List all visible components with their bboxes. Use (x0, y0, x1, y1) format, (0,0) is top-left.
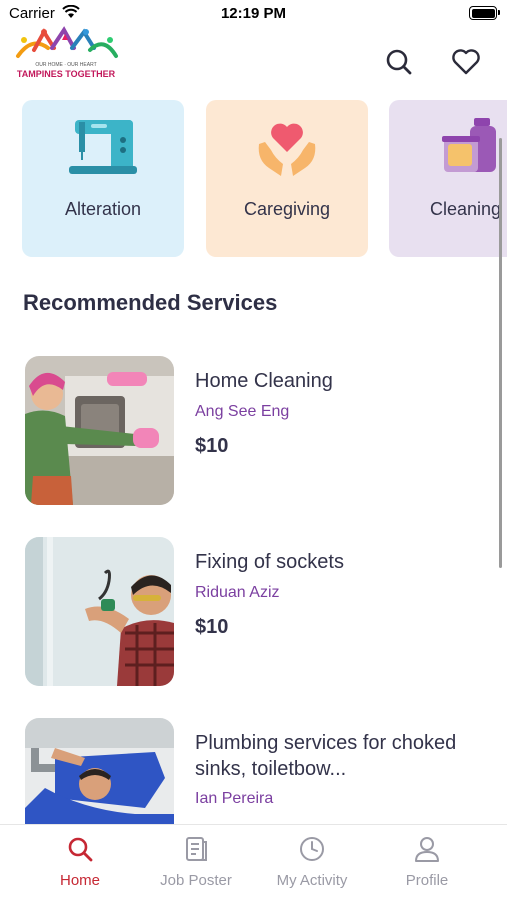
service-item-fixing-sockets[interactable]: Fixing of sockets Riduan Aziz $10 (25, 537, 495, 687)
nav-label: Home (59, 872, 100, 889)
search-button[interactable] (383, 46, 415, 78)
service-title: Plumbing services for choked sinks, toil… (195, 732, 457, 780)
favorites-button[interactable] (450, 46, 482, 78)
service-item-home-cleaning[interactable]: Home Cleaning Ang See Eng $10 (25, 356, 495, 506)
service-provider[interactable]: Ian Pereira (195, 790, 273, 808)
scrollbar[interactable] (499, 138, 502, 568)
service-provider[interactable]: Ang See Eng (195, 403, 289, 421)
clock-icon (300, 837, 324, 861)
service-title: Fixing of sockets (195, 551, 344, 573)
nav-label: Job Poster (160, 872, 232, 889)
category-carousel[interactable]: Alteration Caregiving Cleaning (22, 100, 507, 258)
sewing-machine-icon (69, 120, 137, 174)
service-price: $10 (195, 435, 229, 457)
service-price: $10 (195, 616, 229, 638)
heart-icon (452, 49, 480, 75)
service-image[interactable] (25, 356, 174, 505)
status-time: 12:19 PM (220, 5, 287, 22)
logo-figures-icon: OUR HOME · OUR HEART (16, 26, 118, 68)
category-alteration[interactable]: Alteration (22, 100, 184, 257)
logo-tagline: OUR HOME · OUR HEART (35, 62, 96, 68)
nav-label: Profile (405, 872, 449, 889)
battery-icon (469, 6, 500, 20)
cleaning-supplies-icon (442, 118, 496, 172)
category-caregiving[interactable]: Caregiving (206, 100, 368, 257)
nav-home[interactable]: Home (20, 825, 140, 900)
search-icon (386, 49, 412, 75)
nav-profile[interactable]: Profile (367, 825, 487, 900)
category-label: Alteration (64, 199, 142, 219)
nav-label: My Activity (276, 872, 348, 889)
logo-text: TAMPINES TOGETHER (16, 69, 116, 79)
category-label: Cleaning (430, 199, 502, 219)
heart-hands-icon (258, 123, 316, 176)
person-icon (415, 837, 439, 862)
search-icon (68, 837, 93, 862)
category-label: Caregiving (243, 199, 331, 219)
nav-job-poster[interactable]: Job Poster (136, 825, 256, 900)
service-title: Home Cleaning (195, 370, 333, 392)
bottom-nav: Home Job Poster My Activity Profile (0, 824, 507, 900)
document-icon (186, 837, 207, 861)
nav-my-activity[interactable]: My Activity (252, 825, 372, 900)
section-title: Recommended Services (23, 290, 278, 315)
service-provider[interactable]: Riduan Aziz (195, 584, 280, 602)
service-image[interactable] (25, 537, 174, 686)
category-cleaning[interactable]: Cleaning (389, 100, 507, 257)
app-header: OUR HOME · OUR HEART TAMPINES TOGETHER (0, 24, 507, 94)
app-logo: OUR HOME · OUR HEART TAMPINES TOGETHER (12, 26, 120, 88)
